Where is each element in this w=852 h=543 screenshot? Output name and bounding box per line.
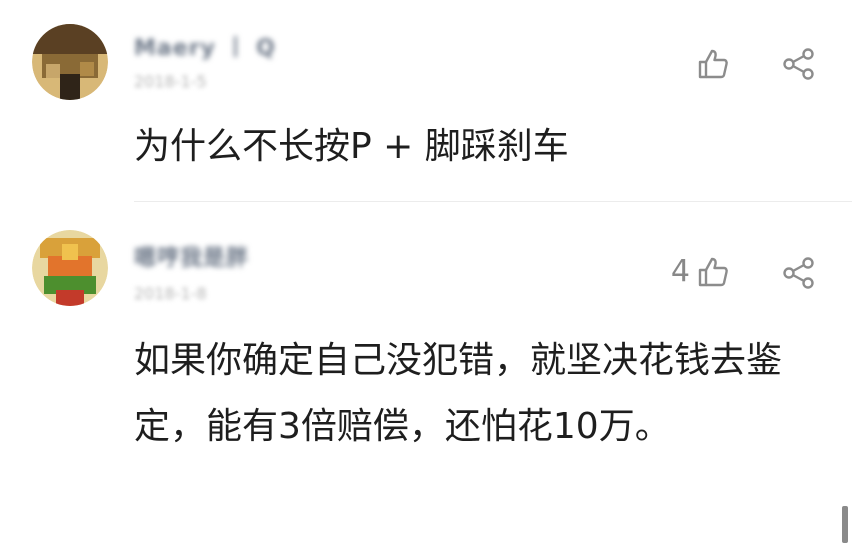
- comment-date: 2018-1-5: [134, 72, 207, 91]
- comment-item: Maery 丨 Q 2018-1-5 为什么不长按P + 脚踩刹车: [0, 0, 852, 200]
- comments-page: Maery 丨 Q 2018-1-5 为什么不长按P + 脚踩刹车 嗯哼我是胖 …: [0, 0, 852, 543]
- avatar[interactable]: [32, 230, 108, 306]
- share-icon[interactable]: [782, 256, 816, 290]
- like-count: 4: [670, 254, 690, 289]
- comment-text: 为什么不长按P + 脚踩刹车: [134, 126, 569, 167]
- author-name[interactable]: Maery 丨 Q: [134, 30, 276, 62]
- scrollbar[interactable]: [842, 506, 848, 543]
- thumbs-up-icon: [698, 49, 728, 79]
- like-button[interactable]: 4: [671, 252, 730, 292]
- like-button[interactable]: [690, 44, 730, 84]
- thumbs-up-icon: [698, 257, 728, 287]
- share-icon[interactable]: [782, 47, 816, 81]
- author-name[interactable]: 嗯哼我是胖: [134, 240, 249, 272]
- comment-text: 如果你确定自己没犯错，就坚决花钱去鉴定，能有3倍赔偿，还怕花10万。: [134, 340, 783, 447]
- comment-item: 嗯哼我是胖 2018-1-8 4 如果你确定自己没犯错，就坚决花钱去鉴定，能有3…: [0, 200, 852, 543]
- comment-date: 2018-1-8: [134, 284, 207, 303]
- avatar[interactable]: [32, 24, 108, 100]
